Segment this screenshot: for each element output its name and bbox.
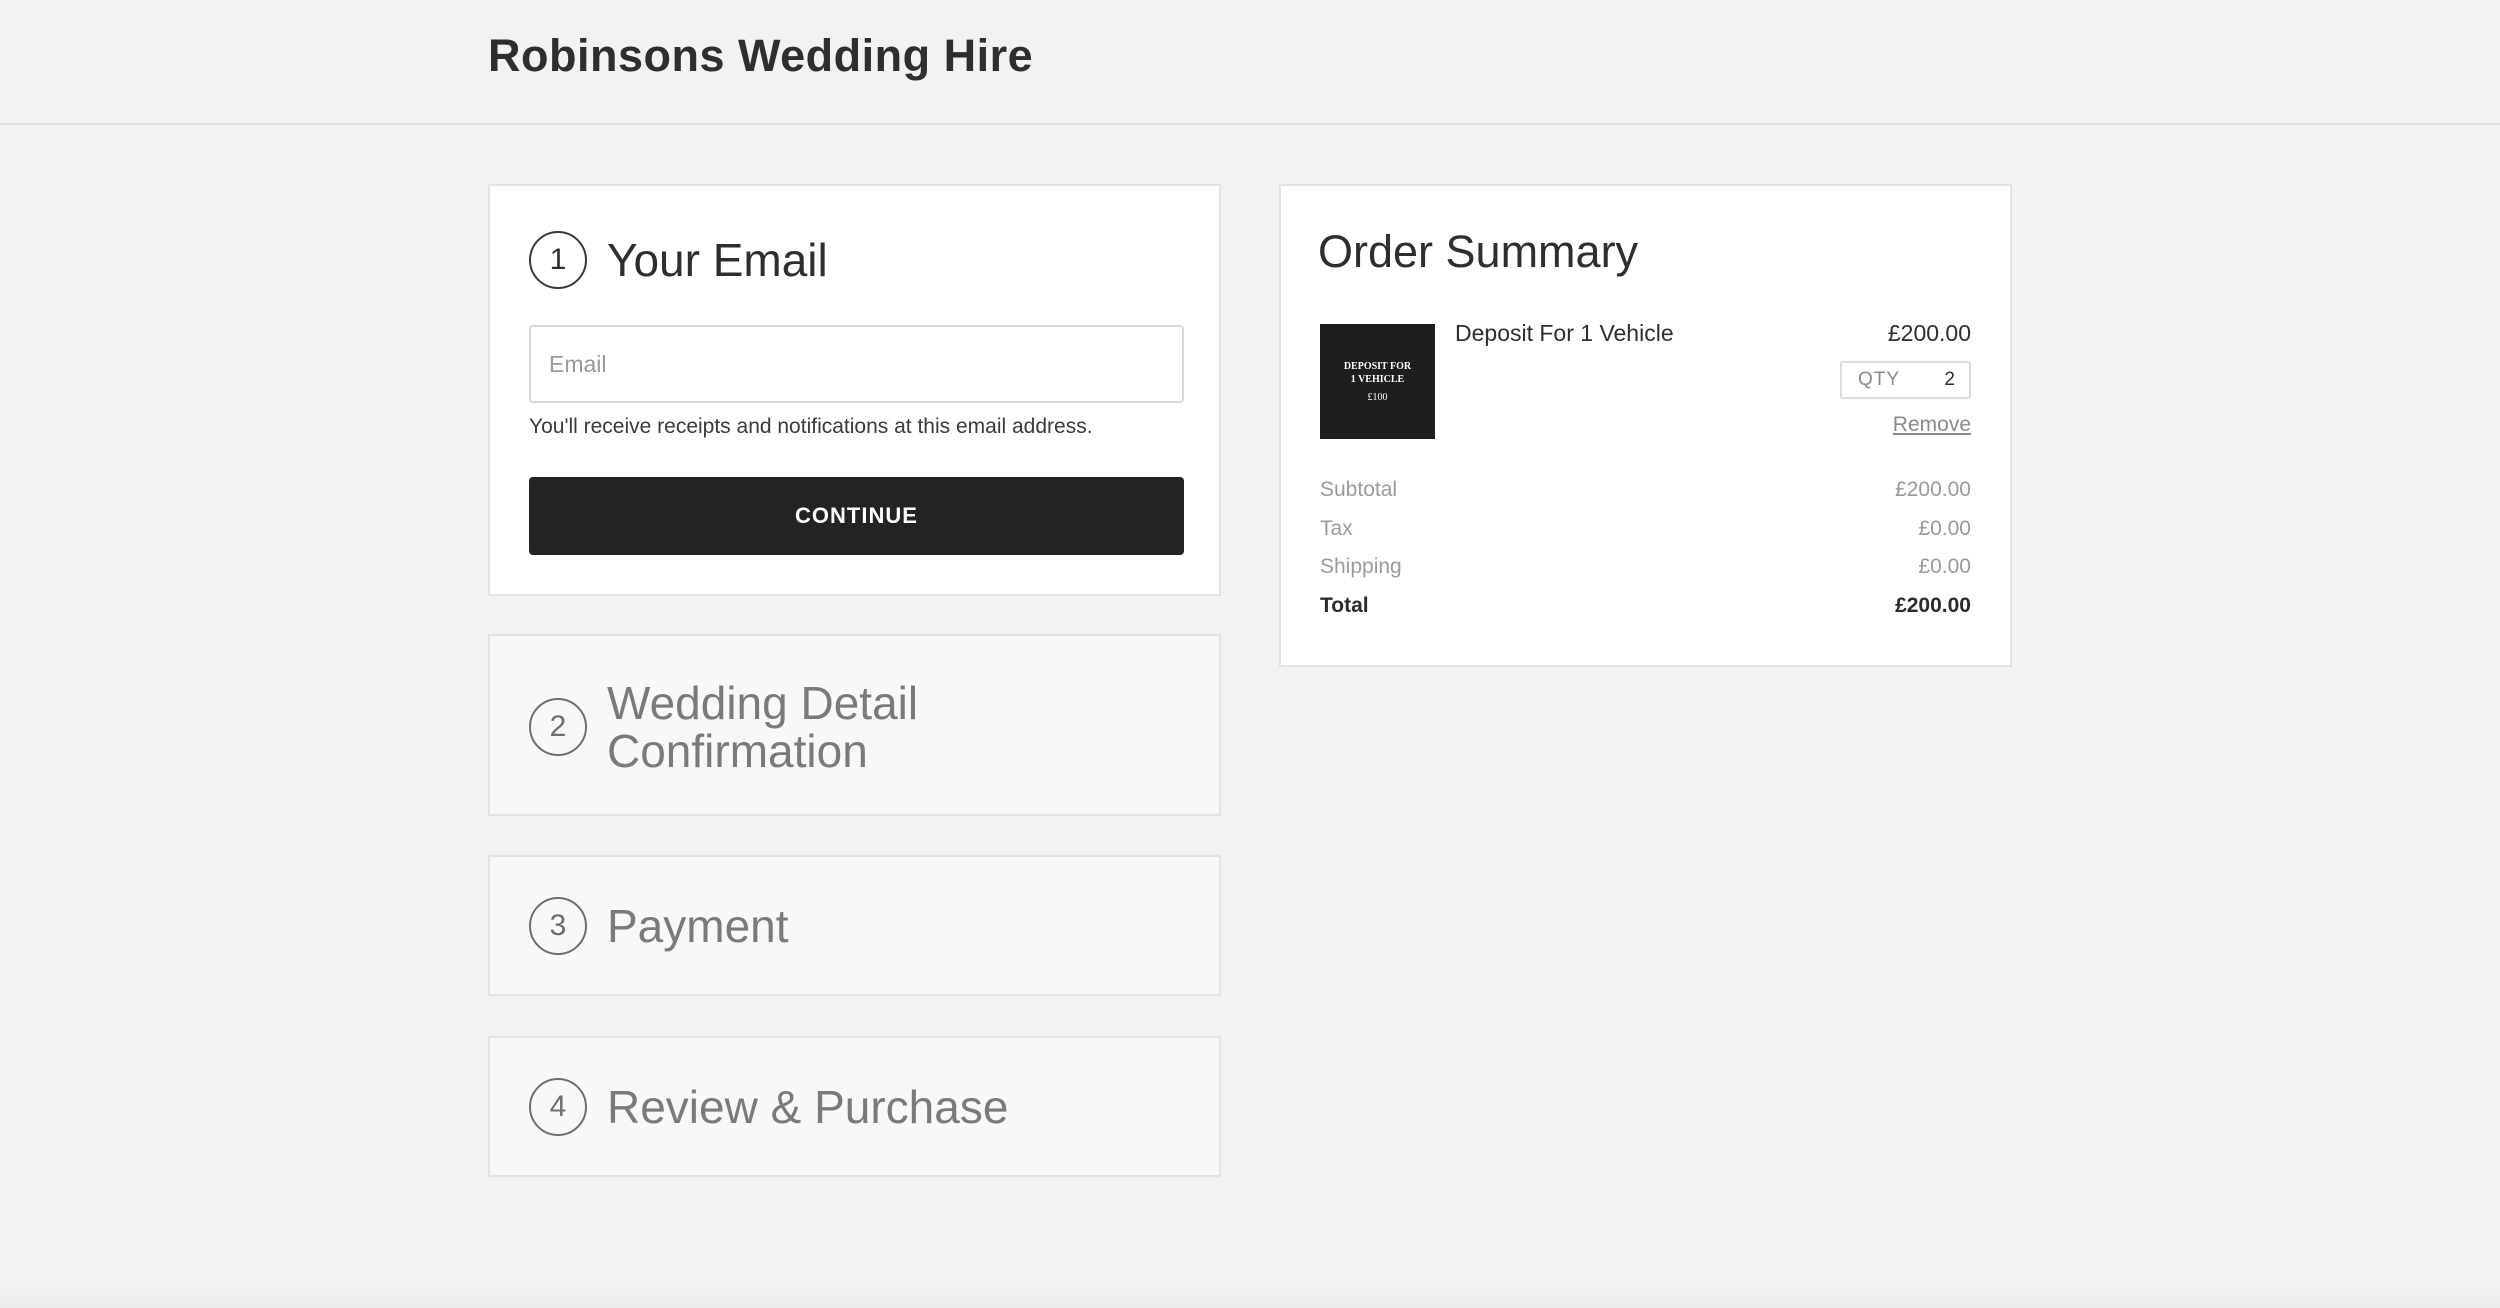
subtotal-label: Subtotal (1320, 478, 1398, 501)
quantity-stepper[interactable]: QTY 2 (1840, 361, 1971, 399)
product-thumbnail: DEPOSIT FOR 1 VEHICLE £100 (1320, 324, 1435, 439)
tax-row: Tax £0.00 (1320, 517, 1971, 556)
order-summary-card: Order Summary DEPOSIT FOR 1 VEHICLE £100… (1279, 184, 2012, 667)
step-wedding-detail-title-line2: Confirmation (607, 725, 868, 777)
step-wedding-detail-title: Wedding Detail Confirmation (607, 679, 918, 775)
order-summary-title: Order Summary (1318, 226, 1639, 277)
product-price: £200.00 (1887, 320, 1971, 346)
step-number-2: 2 (529, 698, 587, 756)
step-wedding-detail-card[interactable]: 2 Wedding Detail Confirmation (488, 634, 1221, 816)
step-email-card: 1 Your Email You'll receive receipts and… (488, 184, 1221, 596)
step-wedding-detail-title-line1: Wedding Detail (607, 677, 919, 729)
total-row: Total £200.00 (1320, 594, 1971, 633)
step-review-card[interactable]: 4 Review & Purchase (488, 1036, 1221, 1177)
tax-label: Tax (1320, 516, 1353, 540)
shipping-value: £0.00 (1918, 555, 1971, 578)
tax-value: £0.00 (1918, 516, 1971, 540)
brand-title[interactable]: Robinsons Wedding Hire (488, 30, 1033, 82)
shipping-row: Shipping £0.00 (1320, 555, 1971, 594)
quantity-value[interactable]: 2 (1944, 369, 1955, 391)
step-wedding-detail-header: 2 Wedding Detail Confirmation (529, 679, 918, 775)
step-payment-header: 3 Payment (529, 897, 789, 955)
subtotal-row: Subtotal £200.00 (1320, 478, 1971, 517)
step-number-4: 4 (529, 1078, 587, 1136)
step-email-header: 1 Your Email (529, 231, 828, 289)
total-label: Total (1320, 593, 1369, 617)
subtotal-value: £200.00 (1895, 478, 1971, 501)
step-email-title: Your Email (607, 234, 828, 286)
order-totals: Subtotal £200.00 Tax £0.00 Shipping £0.0… (1320, 478, 1971, 632)
quantity-label: QTY (1858, 369, 1901, 390)
site-header: Robinsons Wedding Hire (0, 0, 2500, 125)
email-field[interactable] (529, 325, 1184, 403)
remove-item-link[interactable]: Remove (1893, 413, 1971, 437)
email-hint: You'll receive receipts and notification… (529, 415, 1093, 438)
step-number-1: 1 (529, 231, 587, 289)
step-review-title: Review & Purchase (607, 1081, 1009, 1133)
shipping-label: Shipping (1320, 555, 1402, 578)
step-review-header: 4 Review & Purchase (529, 1078, 1008, 1136)
step-payment-card[interactable]: 3 Payment (488, 855, 1221, 996)
product-name: Deposit For 1 Vehicle (1455, 320, 1674, 346)
step-payment-title: Payment (607, 900, 789, 952)
step-number-3: 3 (529, 897, 587, 955)
bottom-edge (0, 1284, 2500, 1308)
product-thumbnail-caption: DEPOSIT FOR 1 VEHICLE (1343, 361, 1412, 385)
total-value: £200.00 (1895, 593, 1971, 617)
product-thumbnail-price: £100 (1367, 392, 1388, 403)
continue-button[interactable]: CONTINUE (529, 477, 1184, 555)
